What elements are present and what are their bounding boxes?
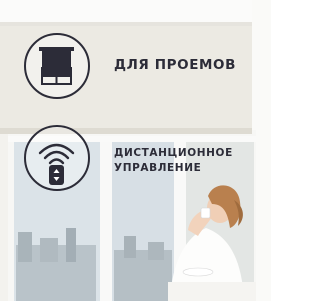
feature-remote-label-line1: ДИСТАНЦИОННОЕ bbox=[114, 147, 233, 159]
feature-remote-label-line2: УПРАВЛЕНИЕ bbox=[114, 162, 202, 174]
remote-control-icon bbox=[24, 125, 90, 191]
feature-openings-label: ДЛЯ ПРОЕМОВ bbox=[114, 57, 237, 73]
roller-blind-icon bbox=[24, 33, 90, 99]
promo-banner: ДЛЯ ПРОЕМОВ ДИСТАНЦИОННОЕ УПРАВЛЕНИЕ bbox=[0, 0, 271, 301]
feature-remote-control: ДИСТАНЦИОННОЕ УПРАВЛЕНИЕ bbox=[0, 120, 271, 204]
feature-remote-label: ДИСТАНЦИОННОЕ УПРАВЛЕНИЕ bbox=[114, 146, 264, 176]
feature-openings: ДЛЯ ПРОЕМОВ bbox=[0, 28, 271, 108]
